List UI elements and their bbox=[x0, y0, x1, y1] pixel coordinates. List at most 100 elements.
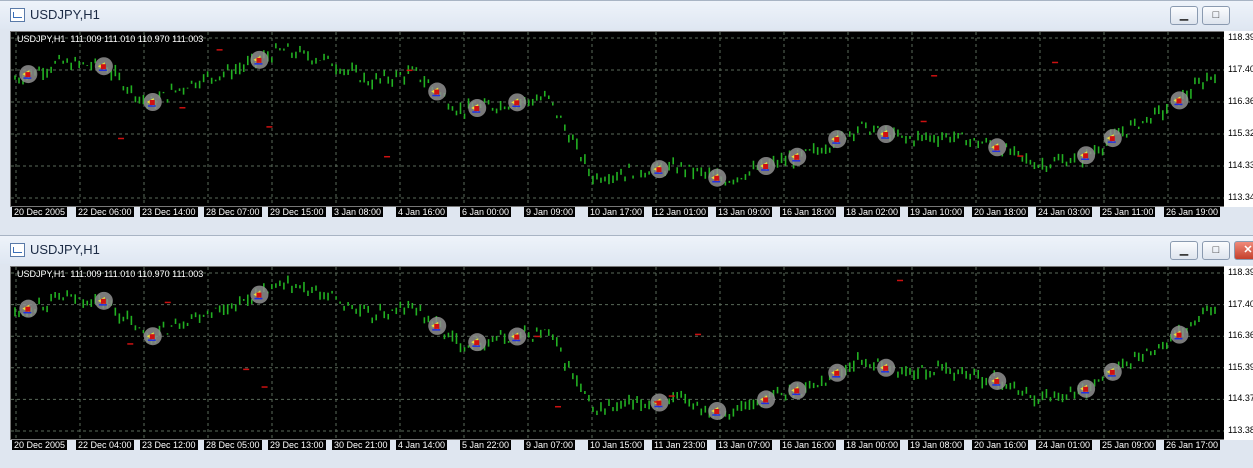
price-chart-canvas bbox=[11, 267, 1225, 439]
time-label: 22 Dec 06:00 bbox=[76, 207, 134, 217]
signal-marker-icon[interactable] bbox=[708, 401, 727, 420]
price-label: 115.390 bbox=[1228, 361, 1253, 372]
signal-marker-icon[interactable] bbox=[650, 160, 669, 179]
signal-marker-icon[interactable] bbox=[19, 299, 38, 318]
title-bar[interactable]: USDJPY,H1 ▁ □ ✕ bbox=[0, 236, 1253, 264]
signal-marker-icon[interactable] bbox=[428, 82, 447, 101]
price-label: 113.380 bbox=[1228, 425, 1253, 435]
price-label: 113.340 bbox=[1228, 192, 1253, 202]
grid bbox=[11, 267, 1225, 439]
signal-marker-icon[interactable] bbox=[708, 168, 727, 187]
time-label: 26 Jan 17:00 bbox=[1164, 440, 1221, 450]
time-label: 10 Jan 17:00 bbox=[588, 207, 645, 217]
time-label: 4 Jan 14:00 bbox=[396, 440, 448, 450]
signal-marker-icon[interactable] bbox=[19, 65, 38, 84]
window-title: USDJPY,H1 bbox=[30, 242, 100, 257]
time-label: 16 Jan 16:00 bbox=[780, 440, 837, 450]
time-label: 29 Dec 15:00 bbox=[268, 207, 326, 217]
signal-marker-icon[interactable] bbox=[1170, 91, 1189, 110]
price-series bbox=[14, 275, 1216, 420]
price-label: 118.390 bbox=[1228, 267, 1253, 277]
signal-marker-icon[interactable] bbox=[1077, 146, 1096, 165]
time-label: 29 Dec 13:00 bbox=[268, 440, 326, 450]
time-label: 28 Dec 07:00 bbox=[204, 207, 262, 217]
price-chart[interactable]: USDJPY,H1 111.009 111.010 110.970 111.00… bbox=[10, 266, 1226, 440]
price-label: 117.400 bbox=[1228, 298, 1253, 309]
signal-marker-icon[interactable] bbox=[468, 99, 487, 118]
time-label: 16 Jan 18:00 bbox=[780, 207, 837, 217]
grid bbox=[11, 32, 1225, 206]
signal-marker-icon[interactable] bbox=[428, 316, 447, 335]
time-label: 3 Jan 08:00 bbox=[332, 207, 384, 217]
signal-marker-icon[interactable] bbox=[788, 381, 807, 400]
signal-marker-icon[interactable] bbox=[94, 291, 113, 310]
time-label: 22 Dec 04:00 bbox=[76, 440, 134, 450]
time-label: 25 Jan 09:00 bbox=[1100, 440, 1157, 450]
time-label: 24 Jan 01:00 bbox=[1036, 440, 1093, 450]
price-label: 115.320 bbox=[1228, 128, 1253, 138]
price-label: 116.360 bbox=[1228, 96, 1253, 106]
signal-marker-icon[interactable] bbox=[143, 327, 162, 346]
title-bar[interactable]: USDJPY,H1 ▁ □ bbox=[0, 1, 1253, 29]
signal-marker-icon[interactable] bbox=[877, 125, 896, 143]
time-label: 26 Jan 19:00 bbox=[1164, 207, 1221, 217]
signal-marker-icon[interactable] bbox=[508, 327, 527, 346]
signal-marker-icon[interactable] bbox=[1103, 129, 1122, 148]
time-label: 9 Jan 09:00 bbox=[524, 207, 576, 217]
signal-marker-icon[interactable] bbox=[508, 93, 527, 112]
signal-marker-icon[interactable] bbox=[988, 138, 1007, 157]
price-label: 117.400 bbox=[1228, 64, 1253, 74]
minimize-button[interactable]: ▁ bbox=[1170, 241, 1198, 260]
signal-marker-icon[interactable] bbox=[94, 57, 113, 76]
time-label: 4 Jan 16:00 bbox=[396, 207, 448, 217]
time-label: 11 Jan 23:00 bbox=[652, 440, 708, 450]
time-label: 19 Jan 10:00 bbox=[908, 207, 965, 217]
price-chart[interactable]: USDJPY,H1 111.009 111.010 110.970 111.00… bbox=[10, 31, 1226, 207]
time-label: 20 Jan 18:00 bbox=[972, 207, 1029, 217]
chart-window-icon bbox=[10, 8, 25, 22]
chart-window-icon bbox=[10, 243, 25, 257]
time-label: 5 Jan 22:00 bbox=[460, 440, 512, 450]
price-series bbox=[14, 43, 1216, 186]
time-label: 13 Jan 09:00 bbox=[716, 207, 773, 217]
time-label: 23 Dec 14:00 bbox=[140, 207, 198, 217]
signal-marker-icon[interactable] bbox=[143, 93, 162, 111]
signal-marker-icon[interactable] bbox=[1170, 325, 1189, 344]
signal-marker-icon[interactable] bbox=[828, 130, 847, 149]
signal-marker-icon[interactable] bbox=[757, 157, 776, 175]
time-label: 6 Jan 00:00 bbox=[460, 207, 512, 217]
time-label: 10 Jan 15:00 bbox=[588, 440, 645, 450]
time-label: 13 Jan 07:00 bbox=[716, 440, 773, 450]
time-label: 18 Jan 00:00 bbox=[844, 440, 901, 450]
signal-marker-icon[interactable] bbox=[757, 390, 776, 409]
time-label: 20 Dec 2005 bbox=[12, 440, 68, 450]
time-label: 18 Jan 02:00 bbox=[844, 207, 901, 217]
signal-marker-icon[interactable] bbox=[250, 285, 269, 304]
signal-marker-icon[interactable] bbox=[788, 147, 807, 166]
signal-marker-icon[interactable] bbox=[1103, 362, 1122, 381]
maximize-button[interactable]: □ bbox=[1202, 6, 1230, 25]
maximize-button[interactable]: □ bbox=[1202, 241, 1230, 260]
signal-marker-icon[interactable] bbox=[1077, 379, 1096, 398]
time-label: 28 Dec 05:00 bbox=[204, 440, 262, 450]
price-label: 114.370 bbox=[1228, 393, 1253, 404]
signal-marker-icon[interactable] bbox=[250, 50, 269, 69]
time-label: 12 Jan 01:00 bbox=[652, 207, 709, 217]
signal-marker-icon[interactable] bbox=[828, 363, 847, 382]
chart-window-2: USDJPY,H1 ▁ □ ✕ USDJPY,H1 111.009 111.01… bbox=[0, 235, 1253, 468]
signal-marker-icon[interactable] bbox=[468, 333, 487, 352]
time-label: 23 Dec 12:00 bbox=[140, 440, 198, 450]
time-label: 19 Jan 08:00 bbox=[908, 440, 965, 450]
time-label: 24 Jan 03:00 bbox=[1036, 207, 1093, 217]
time-label: 30 Dec 21:00 bbox=[332, 440, 390, 450]
price-chart-canvas bbox=[11, 32, 1225, 206]
ohlc-readout: USDJPY,H1 111.009 111.010 110.970 111.00… bbox=[17, 34, 204, 44]
time-label: 20 Dec 2005 bbox=[12, 207, 68, 217]
chart-window-1: USDJPY,H1 ▁ □ USDJPY,H1 111.009 111.010 … bbox=[0, 0, 1253, 235]
minimize-button[interactable]: ▁ bbox=[1170, 6, 1198, 25]
signal-marker-icon[interactable] bbox=[877, 358, 896, 377]
time-label: 20 Jan 16:00 bbox=[972, 440, 1029, 450]
signal-marker-icon[interactable] bbox=[988, 371, 1007, 390]
close-button[interactable]: ✕ bbox=[1234, 241, 1253, 260]
price-label: 118.390 bbox=[1228, 32, 1253, 42]
